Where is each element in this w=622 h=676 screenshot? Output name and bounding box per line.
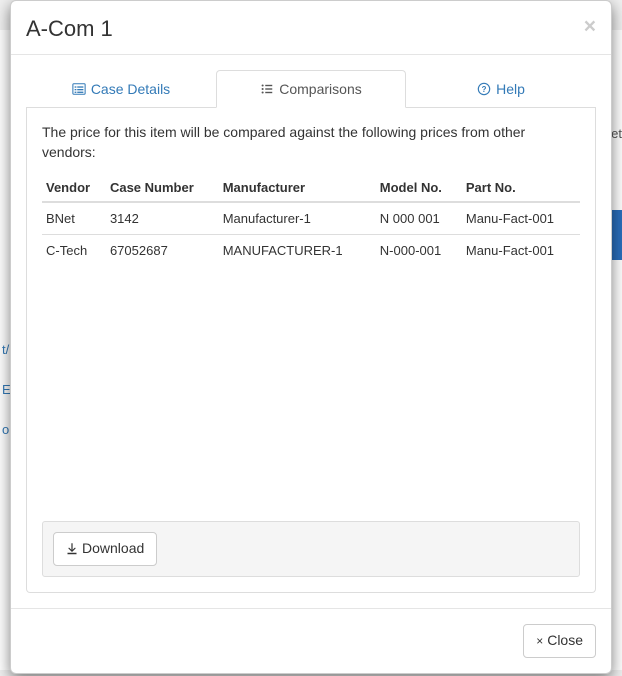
close-button[interactable]: × Close [523, 624, 596, 658]
tab-bar: Case Details Comparisons ? Help [26, 70, 596, 108]
table-row: C-Tech 67052687 MANUFACTURER-1 N-000-001… [42, 235, 580, 267]
tab-label: Case Details [91, 81, 170, 97]
cell-case: 67052687 [106, 235, 219, 267]
list-alt-icon [72, 82, 86, 96]
tab-comparisons[interactable]: Comparisons [216, 70, 406, 108]
cell-part: Manu-Fact-001 [462, 235, 580, 267]
tab-label: Comparisons [279, 81, 361, 97]
col-manufacturer: Manufacturer [219, 174, 376, 202]
modal-footer: × Close [11, 608, 611, 673]
cell-part: Manu-Fact-001 [462, 202, 580, 235]
spacer [42, 266, 580, 511]
col-model: Model No. [376, 174, 462, 202]
list-icon [260, 82, 274, 96]
modal-header: A-Com 1 × [11, 1, 611, 55]
col-vendor: Vendor [42, 174, 106, 202]
svg-text:?: ? [482, 85, 487, 94]
modal-body: Case Details Comparisons ? Help The pric… [11, 55, 611, 608]
question-circle-icon: ? [477, 82, 491, 96]
tab-case-details[interactable]: Case Details [26, 70, 216, 108]
table-header-row: Vendor Case Number Manufacturer Model No… [42, 174, 580, 202]
download-icon [66, 543, 78, 555]
tab-label: Help [496, 81, 525, 97]
modal-title: A-Com 1 [26, 16, 113, 42]
comparison-table: Vendor Case Number Manufacturer Model No… [42, 174, 580, 266]
download-label: Download [82, 539, 144, 559]
col-case: Case Number [106, 174, 219, 202]
cell-model: N-000-001 [376, 235, 462, 267]
col-part: Part No. [462, 174, 580, 202]
tab-content: The price for this item will be compared… [26, 108, 596, 593]
cell-manufacturer: MANUFACTURER-1 [219, 235, 376, 267]
download-bar: Download [42, 521, 580, 577]
cell-vendor: C-Tech [42, 235, 106, 267]
download-button[interactable]: Download [53, 532, 157, 566]
tab-help[interactable]: ? Help [406, 70, 596, 108]
table-row: BNet 3142 Manufacturer-1 N 000 001 Manu-… [42, 202, 580, 235]
cell-manufacturer: Manufacturer-1 [219, 202, 376, 235]
modal-dialog: A-Com 1 × Case Details Comparisons ? He [10, 0, 612, 674]
close-label: Close [547, 631, 583, 651]
intro-text: The price for this item will be compared… [42, 123, 580, 162]
close-icon[interactable]: × [584, 16, 596, 37]
cell-vendor: BNet [42, 202, 106, 235]
cell-case: 3142 [106, 202, 219, 235]
x-icon: × [536, 633, 543, 650]
cell-model: N 000 001 [376, 202, 462, 235]
